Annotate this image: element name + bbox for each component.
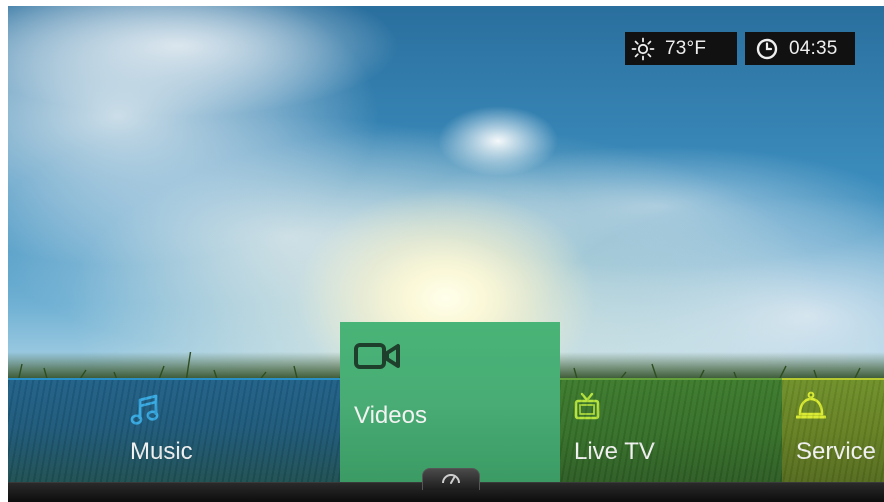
- menu-item-label: Music: [130, 438, 193, 465]
- dock-tab[interactable]: [422, 468, 480, 490]
- sun-icon: [631, 37, 655, 61]
- menu-item-live-tv[interactable]: Live TV: [560, 378, 782, 486]
- temperature-value: 73°F: [665, 37, 707, 59]
- menu-item-label: Live TV: [574, 438, 655, 465]
- menu-item-services[interactable]: Service: [782, 378, 884, 486]
- service-bell-icon: [795, 390, 827, 427]
- video-camera-icon: [354, 342, 402, 375]
- menu-item-music[interactable]: Music: [8, 378, 340, 486]
- tv-icon: [574, 392, 600, 427]
- media-home-screen: 73°F 04:35 Music Videos Live TV Service: [8, 6, 884, 502]
- menu-item-videos[interactable]: Videos: [340, 322, 560, 486]
- clock-icon: [755, 37, 779, 61]
- menu-item-label: Service: [796, 438, 877, 465]
- speedometer-icon: [441, 469, 461, 490]
- menu-item-label: Videos: [354, 402, 427, 429]
- time-value: 04:35: [789, 37, 838, 59]
- clock-widget: 04:35: [745, 32, 855, 65]
- weather-widget: 73°F: [625, 32, 737, 65]
- music-note-icon: [130, 394, 160, 431]
